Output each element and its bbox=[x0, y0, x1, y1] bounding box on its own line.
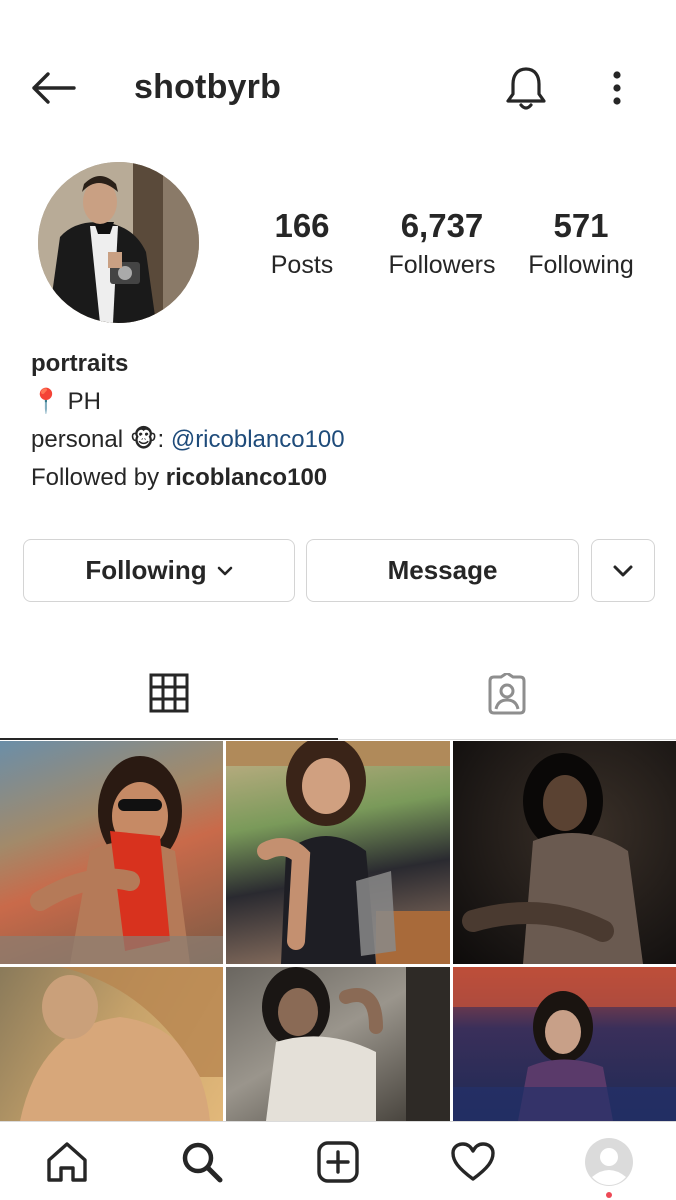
posts-label: Posts bbox=[270, 251, 334, 279]
nav-search[interactable] bbox=[157, 1122, 247, 1200]
nav-activity[interactable] bbox=[428, 1122, 518, 1200]
followed-by[interactable]: Followed by ricoblanco100 bbox=[31, 459, 651, 497]
tab-tagged[interactable] bbox=[338, 648, 676, 740]
notification-dot bbox=[606, 1192, 612, 1198]
tab-posts-grid[interactable] bbox=[0, 648, 338, 740]
profile-photo bbox=[38, 162, 199, 323]
chevron-down-icon bbox=[217, 566, 233, 576]
nav-add-post[interactable] bbox=[293, 1122, 383, 1200]
chevron-down-icon bbox=[613, 565, 633, 576]
search-icon bbox=[182, 1142, 223, 1182]
post-image bbox=[20, 967, 223, 1121]
following-stat[interactable]: 571 Following bbox=[518, 205, 644, 283]
more-vertical-icon bbox=[613, 71, 621, 105]
following-label: Following bbox=[528, 251, 634, 279]
following-button-label: Following bbox=[85, 555, 207, 585]
profile-avatar[interactable] bbox=[38, 162, 199, 323]
grid-icon bbox=[149, 673, 189, 713]
post-image bbox=[262, 967, 450, 1121]
nav-home[interactable] bbox=[22, 1122, 112, 1200]
monkey-emoji: 🐵 bbox=[129, 426, 158, 453]
back-button[interactable] bbox=[28, 66, 78, 110]
post-image bbox=[0, 756, 223, 964]
profile-tabs bbox=[0, 648, 676, 740]
bio-name: portraits bbox=[31, 350, 129, 377]
add-post-icon bbox=[317, 1140, 359, 1183]
post-image bbox=[453, 967, 676, 1121]
profile-username: shotbyrb bbox=[134, 68, 282, 106]
post-image bbox=[462, 753, 643, 964]
followed-by-prefix: Followed by bbox=[31, 464, 160, 491]
location-text: PH bbox=[67, 388, 101, 415]
post-thumbnail[interactable] bbox=[0, 741, 223, 964]
post-thumbnail[interactable] bbox=[226, 967, 450, 1121]
bell-icon bbox=[506, 67, 546, 110]
tagged-person-icon bbox=[488, 672, 526, 714]
posts-grid bbox=[0, 741, 676, 1121]
bio-location: 📍 PH bbox=[31, 383, 651, 421]
posts-stat[interactable]: 166 Posts bbox=[252, 205, 352, 283]
personal-label: personal bbox=[31, 426, 124, 453]
personal-separator: : bbox=[157, 426, 165, 453]
followers-count: 6,737 bbox=[400, 207, 484, 244]
profile-icon bbox=[585, 1137, 633, 1186]
heart-icon bbox=[451, 1141, 495, 1181]
post-image bbox=[226, 741, 450, 964]
personal-handle-link[interactable]: @ricoblanco100 bbox=[171, 426, 345, 453]
following-count: 571 bbox=[553, 207, 609, 244]
bio-personal: personal 🐵: @ricoblanco100 bbox=[31, 421, 651, 459]
followers-stat[interactable]: 6,737 Followers bbox=[378, 205, 506, 283]
following-button[interactable]: Following bbox=[23, 539, 295, 602]
followed-by-user[interactable]: ricoblanco100 bbox=[166, 464, 327, 491]
message-button[interactable]: Message bbox=[306, 539, 579, 602]
posts-count: 166 bbox=[274, 207, 330, 244]
post-thumbnail[interactable] bbox=[0, 967, 223, 1121]
nav-profile[interactable] bbox=[564, 1122, 654, 1200]
followers-label: Followers bbox=[388, 251, 496, 279]
message-button-label: Message bbox=[387, 555, 498, 585]
suggested-accounts-button[interactable] bbox=[591, 539, 655, 602]
profile-bio: portraits 📍 PH personal 🐵: @ricoblanco10… bbox=[31, 345, 651, 497]
top-bar: shotbyrb bbox=[0, 0, 676, 175]
notifications-button[interactable] bbox=[500, 62, 552, 114]
home-icon bbox=[47, 1141, 87, 1182]
post-thumbnail[interactable] bbox=[226, 741, 450, 964]
arrow-left-icon bbox=[32, 72, 76, 104]
more-options-button[interactable] bbox=[600, 62, 634, 114]
bottom-navigation bbox=[0, 1121, 676, 1200]
post-thumbnail[interactable] bbox=[453, 741, 676, 964]
location-pin-emoji: 📍 bbox=[31, 388, 61, 415]
post-thumbnail[interactable] bbox=[453, 967, 676, 1121]
